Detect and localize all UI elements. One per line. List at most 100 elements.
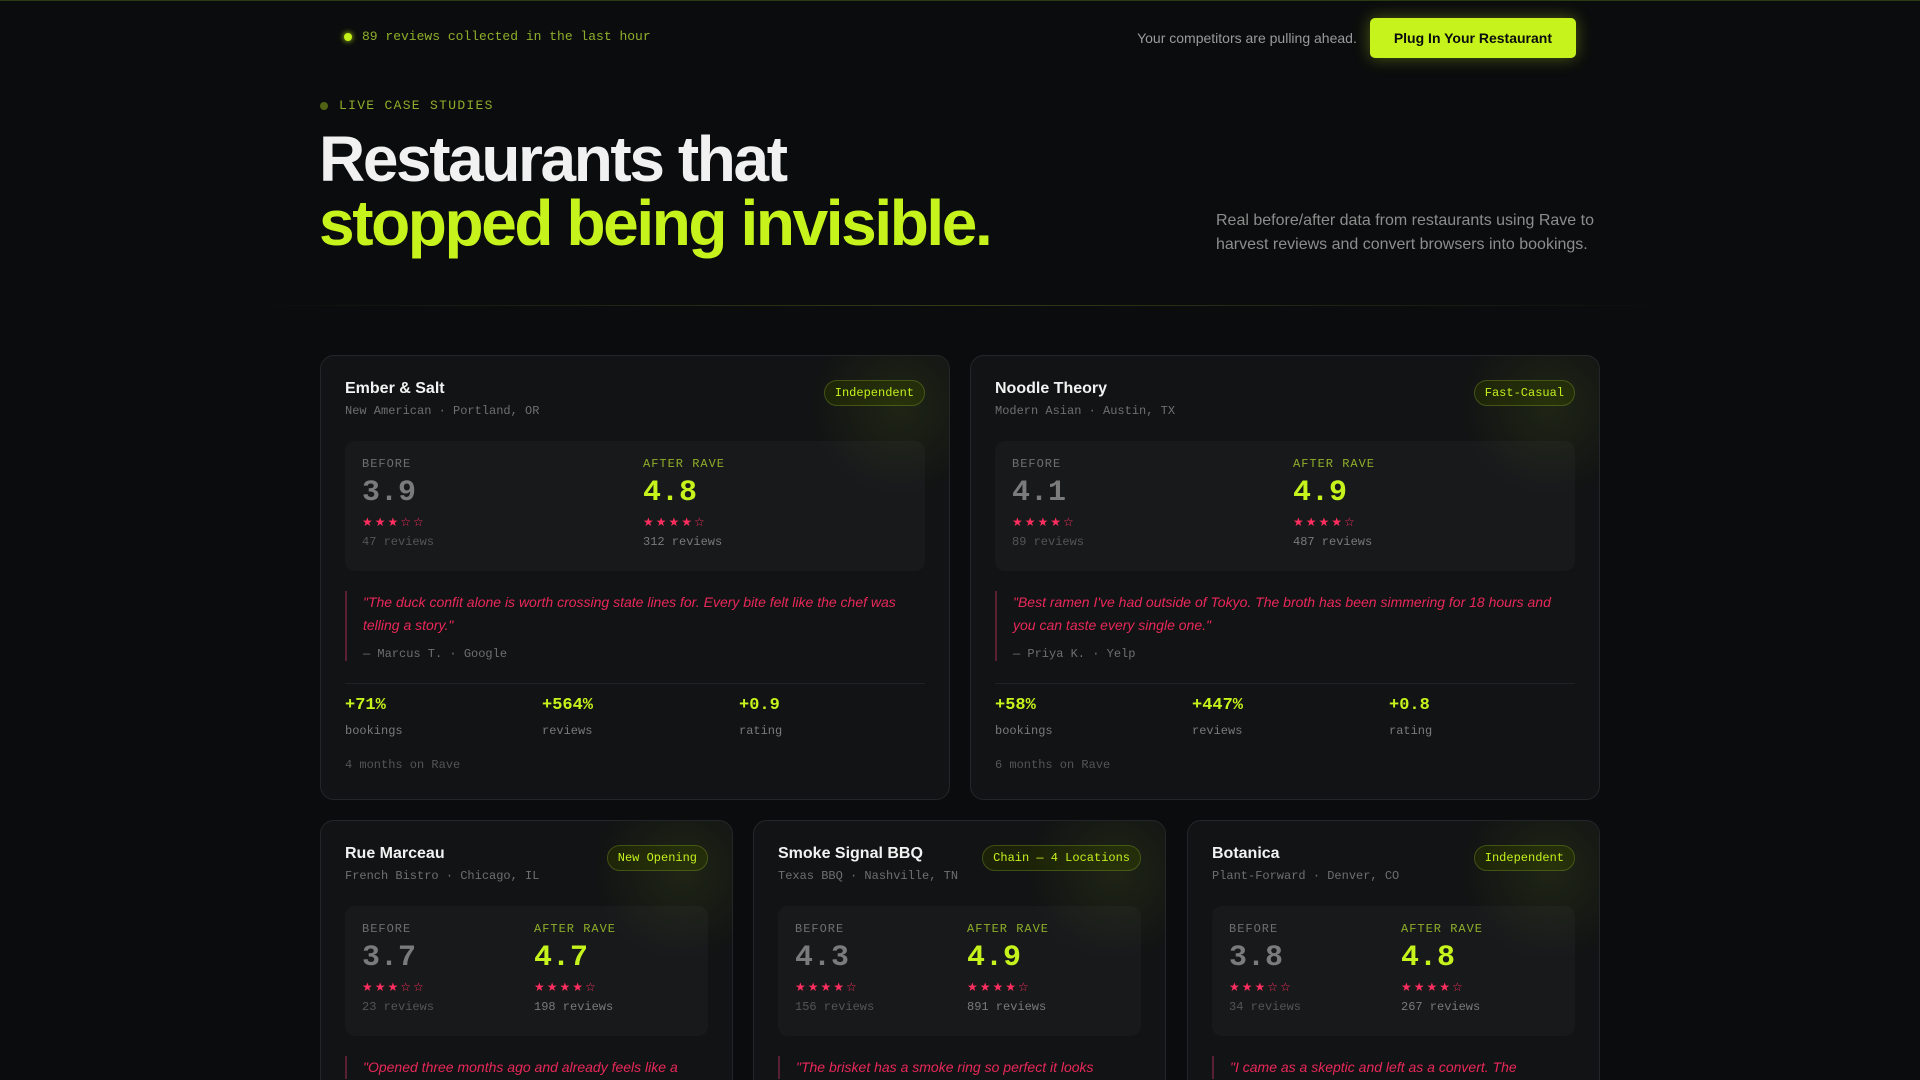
stat-value: +58% [995,696,1036,715]
after-review-count: 891 reviews [967,1000,1047,1014]
after-review-count: 198 reviews [534,1000,614,1014]
before-label: BEFORE [795,922,845,936]
results-stats: +71% bookings +564% reviews +0.9 rating [345,694,936,738]
stat-rating: +0.9 rating [739,694,936,738]
before-star-rating-icon: ★★★☆☆ [1229,980,1293,994]
time-on-rave: 6 months on Rave [995,758,1111,772]
time-on-rave: 4 months on Rave [345,758,461,772]
stat-label: bookings [995,724,1053,738]
after-review-count: 267 reviews [1401,1000,1481,1014]
after-column: AFTER RAVE 4.8 ★★★★☆ 312 reviews [643,457,725,549]
case-study-card-noodle-theory[interactable]: Noodle Theory Modern Asian · Austin, TX … [970,355,1600,800]
stat-reviews: +447% reviews [1192,694,1389,738]
before-review-count: 47 reviews [362,535,435,549]
customer-quote: "I came as a skeptic and left as a conve… [1212,1056,1575,1079]
restaurant-name: Smoke Signal BBQ [778,845,923,862]
stat-value: +447% [1192,696,1244,715]
case-study-card-smoke-signal-bbq[interactable]: Smoke Signal BBQ Texas BBQ · Nashville, … [753,820,1166,1080]
top-bar: 89 reviews collected in the last hour Yo… [0,1,1920,73]
case-study-card-botanica[interactable]: Botanica Plant-Forward · Denver, CO Inde… [1187,820,1600,1080]
before-rating: 3.9 [362,476,417,510]
stat-label: rating [739,724,783,738]
plug-in-restaurant-button[interactable]: Plug In Your Restaurant [1369,18,1576,58]
before-label: BEFORE [362,922,412,936]
after-star-rating-icon: ★★★★☆ [967,980,1031,994]
after-review-count: 487 reviews [1293,535,1373,549]
stat-value: +0.8 [1389,696,1430,715]
before-rating: 4.1 [1012,476,1067,510]
after-column: AFTER RAVE 4.9 ★★★★☆ 487 reviews [1293,457,1375,549]
quote-attribution: — Priya K. · Yelp [1013,647,1136,661]
restaurant-cuisine-location: Plant-Forward · Denver, CO [1212,869,1400,883]
live-activity-indicator: 89 reviews collected in the last hour [344,29,651,44]
restaurant-cuisine-location: Modern Asian · Austin, TX [995,404,1176,418]
before-after-panel: BEFORE 4.1 ★★★★☆ 89 reviews AFTER RAVE 4… [995,441,1575,571]
before-rating: 4.3 [795,941,850,975]
results-stats: +58% bookings +447% reviews +0.8 rating [995,694,1586,738]
restaurant-name: Ember & Salt [345,380,445,397]
stats-divider [995,683,1575,684]
page-title-line-1: Restaurants that [319,123,788,195]
before-review-count: 23 reviews [362,1000,435,1014]
before-label: BEFORE [362,457,412,471]
customer-quote: "The duck confit alone is worth crossing… [345,591,925,661]
after-star-rating-icon: ★★★★☆ [1401,980,1465,994]
before-after-panel: BEFORE 4.3 ★★★★☆ 156 reviews AFTER RAVE … [778,906,1141,1036]
page-title: Restaurants that stopped being invisible… [319,123,993,259]
after-star-rating-icon: ★★★★☆ [1293,515,1357,529]
restaurant-type-badge: Chain — 4 Locations [982,845,1141,871]
customer-quote: "Opened three months ago and already fee… [345,1056,708,1079]
before-column: BEFORE 3.8 ★★★☆☆ 34 reviews [1229,922,1301,1014]
restaurant-name: Rue Marceau [345,845,445,862]
stat-bookings: +58% bookings [995,694,1192,738]
before-column: BEFORE 4.1 ★★★★☆ 89 reviews [1012,457,1084,549]
before-column: BEFORE 3.7 ★★★☆☆ 23 reviews [362,922,434,1014]
after-label: AFTER RAVE [1293,457,1376,471]
before-rating: 3.8 [1229,941,1284,975]
restaurant-cuisine-location: New American · Portland, OR [345,404,540,418]
hero-divider [240,305,1680,306]
after-rating: 4.9 [1293,476,1348,510]
before-review-count: 89 reviews [1012,535,1085,549]
after-column: AFTER RAVE 4.8 ★★★★☆ 267 reviews [1401,922,1483,1014]
page-title-line-2: stopped being invisible. [319,187,993,259]
live-activity-text: 89 reviews collected in the last hour [362,29,651,44]
after-star-rating-icon: ★★★★☆ [534,980,598,994]
restaurant-cuisine-location: French Bistro · Chicago, IL [345,869,540,883]
before-star-rating-icon: ★★★☆☆ [362,980,426,994]
stat-label: reviews [542,724,593,738]
after-column: AFTER RAVE 4.7 ★★★★☆ 198 reviews [534,922,616,1014]
after-label: AFTER RAVE [1401,922,1484,936]
after-label: AFTER RAVE [643,457,726,471]
quote-text: "The brisket has a smoke ring so perfect… [796,1059,1094,1075]
stats-divider [345,683,925,684]
quote-attribution: — Marcus T. · Google [363,647,508,661]
after-review-count: 312 reviews [643,535,723,549]
after-rating: 4.9 [967,941,1022,975]
after-star-rating-icon: ★★★★☆ [643,515,707,529]
top-right-cta-group: Your competitors are pulling ahead. Plug… [1137,18,1576,58]
before-star-rating-icon: ★★★★☆ [1012,515,1076,529]
eyebrow-label: LIVE CASE STUDIES [339,98,494,113]
section-eyebrow: LIVE CASE STUDIES [320,98,494,113]
after-label: AFTER RAVE [534,922,617,936]
after-rating: 4.7 [534,941,589,975]
case-study-card-rue-marceau[interactable]: Rue Marceau French Bistro · Chicago, IL … [320,820,733,1080]
stat-rating: +0.8 rating [1389,694,1586,738]
before-column: BEFORE 4.3 ★★★★☆ 156 reviews [795,922,874,1014]
stat-value: +564% [542,696,594,715]
stat-label: rating [1389,724,1433,738]
after-label: AFTER RAVE [967,922,1050,936]
before-column: BEFORE 3.9 ★★★☆☆ 47 reviews [362,457,434,549]
restaurant-name: Botanica [1212,845,1280,862]
before-after-panel: BEFORE 3.8 ★★★☆☆ 34 reviews AFTER RAVE 4… [1212,906,1575,1036]
stat-label: reviews [1192,724,1243,738]
stat-reviews: +564% reviews [542,694,739,738]
case-study-card-ember-salt[interactable]: Ember & Salt New American · Portland, OR… [320,355,950,800]
before-after-panel: BEFORE 3.9 ★★★☆☆ 47 reviews AFTER RAVE 4… [345,441,925,571]
before-review-count: 34 reviews [1229,1000,1302,1014]
restaurant-type-badge: Independent [1473,845,1575,871]
restaurant-type-badge: Fast-Casual [1473,380,1575,406]
before-after-panel: BEFORE 3.7 ★★★☆☆ 23 reviews AFTER RAVE 4… [345,906,708,1036]
competitor-tagline: Your competitors are pulling ahead. [1137,30,1357,46]
